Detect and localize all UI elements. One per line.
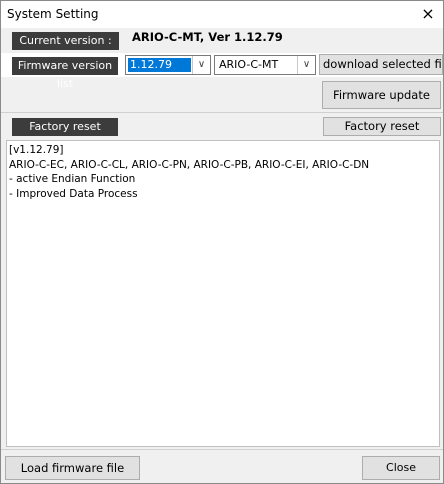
firmware-version-list-label: Firmware version list (12, 57, 118, 90)
current-version-label: Current version : (12, 32, 119, 50)
model-select-value: ARIO-C-MT (219, 58, 279, 71)
release-notes-textarea[interactable]: [v1.12.79] ARIO-C-EC, ARIO-C-CL, ARIO-C-… (6, 140, 440, 447)
release-notes-line: [v1.12.79] (9, 144, 64, 156)
title-bar: System Setting × (1, 1, 443, 28)
divider (1, 449, 443, 450)
factory-reset-label: Factory reset (12, 118, 118, 136)
close-button[interactable]: Close (362, 456, 440, 480)
download-selected-firmware-button[interactable]: download selected firm (319, 54, 443, 75)
factory-reset-button[interactable]: Factory reset (323, 117, 441, 136)
system-setting-window: System Setting × Current version : ARIO-… (0, 0, 444, 484)
version-select-value: 1.12.79 (128, 58, 191, 72)
chevron-down-icon[interactable]: ∨ (297, 56, 315, 74)
release-notes-line: - active Endian Function (9, 173, 136, 185)
release-notes-line: - Improved Data Process (9, 187, 138, 200)
current-version-value: ARIO-C-MT, Ver 1.12.79 (132, 30, 283, 44)
close-icon[interactable]: × (417, 3, 439, 25)
release-notes-line: ARIO-C-EC, ARIO-C-CL, ARIO-C-PN, ARIO-C-… (9, 158, 370, 171)
model-select[interactable]: ARIO-C-MT ∨ (214, 55, 316, 75)
divider (1, 112, 443, 113)
chevron-down-icon[interactable]: ∨ (192, 56, 210, 74)
firmware-update-button[interactable]: Firmware update (322, 81, 441, 109)
load-firmware-file-button[interactable]: Load firmware file (5, 456, 140, 480)
window-title: System Setting (7, 7, 99, 21)
version-select[interactable]: 1.12.79 ∨ (125, 55, 211, 75)
